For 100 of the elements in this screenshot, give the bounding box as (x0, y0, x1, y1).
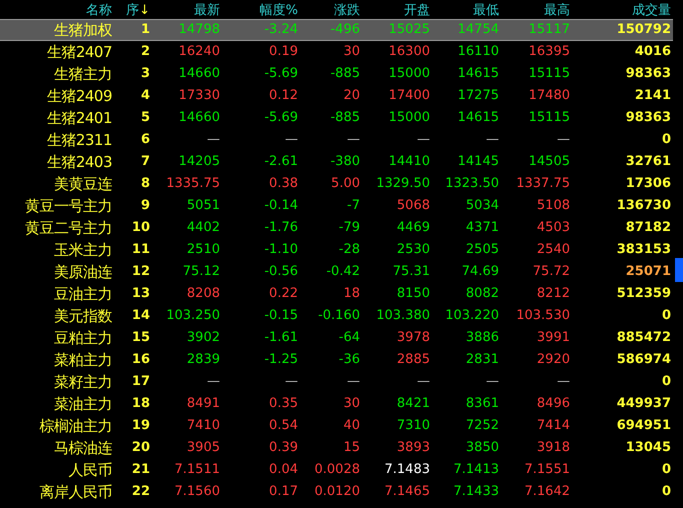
row-number: 8 (140, 177, 150, 191)
table-cell: 103.250 (166, 309, 220, 323)
table-cell: -79 (338, 221, 360, 235)
volume-cell: 885472 (616, 331, 671, 345)
instrument-name: 生猪2403 (46, 152, 112, 172)
table-cell: 7.1642 (524, 485, 570, 499)
quote-row[interactable]: 玉米主力 11 2510 -1.10 -28 2530 2505 2540 383153 (0, 239, 673, 261)
table-cell: — (285, 133, 298, 147)
column-header[interactable]: 幅度% (220, 0, 298, 18)
quote-row[interactable]: 黄豆二号主力 10 4402 -1.76 -79 4469 4371 4503 87182 (0, 217, 673, 239)
volume-cell: 136730 (616, 199, 671, 213)
row-number: 21 (132, 463, 150, 477)
table-cell: 0.19 (269, 45, 298, 59)
quote-row[interactable]: 豆粕主力 15 3902 -1.61 -64 3978 3886 3991 885472 (0, 327, 673, 349)
column-header[interactable]: 序↓ (112, 0, 150, 18)
volume-cell: 694951 (616, 419, 671, 433)
table-cell: 1329.50 (376, 177, 430, 191)
scroll-thumb[interactable] (675, 258, 683, 282)
instrument-name: 生猪主力 (53, 64, 112, 84)
volume-cell: 0 (662, 463, 671, 477)
table-cell: 17275 (458, 89, 499, 103)
row-number: 13 (132, 287, 150, 301)
column-header[interactable]: 最低 (430, 0, 499, 18)
row-number: 7 (140, 155, 150, 169)
table-cell: — (417, 375, 430, 389)
quote-row[interactable]: 美原油连 12 75.12 -0.56 -0.42 75.31 74.69 75.72 25071 (0, 261, 673, 283)
table-cell: 0.0028 (314, 463, 360, 477)
column-header[interactable]: 最高 (499, 0, 570, 18)
row-number: 15 (132, 331, 150, 345)
instrument-name: 菜粕主力 (53, 350, 112, 370)
quote-row[interactable]: 棕榈油主力 19 7410 0.54 40 7310 7252 7414 694951 (0, 415, 673, 437)
table-cell: — (347, 375, 360, 389)
table-cell: 16110 (458, 45, 499, 59)
table-cell: -0.160 (318, 309, 360, 323)
table-cell: 4371 (466, 221, 499, 235)
quote-row[interactable]: 离岸人民币 22 7.1560 0.17 0.0120 7.1465 7.1433 7.1642 0 (0, 481, 673, 503)
quote-row[interactable]: 生猪2407 2 16240 0.19 30 16300 16110 16395 4016 (0, 41, 673, 63)
quote-row[interactable]: 人民币 21 7.1511 0.04 0.0028 7.1483 7.1413 7.1551 0 (0, 459, 673, 481)
row-number: 14 (132, 309, 150, 323)
column-header[interactable]: 涨跌 (298, 0, 360, 18)
quote-row[interactable]: 菜粕主力 16 2839 -1.25 -36 2885 2831 2920 586974 (0, 349, 673, 371)
quote-row[interactable]: 菜籽主力 17 — — — — — — 0 (0, 371, 673, 393)
table-cell: 3850 (466, 441, 499, 455)
table-cell: -28 (338, 243, 360, 257)
table-cell: 30 (343, 45, 360, 59)
row-number: 12 (132, 265, 150, 279)
quote-row[interactable]: 生猪2403 7 14205 -2.61 -380 14410 14145 14505 32761 (0, 151, 673, 173)
volume-cell: 0 (662, 309, 671, 323)
table-cell: 5.00 (331, 177, 360, 191)
column-header[interactable]: 成交量 (570, 0, 671, 18)
quote-row[interactable]: 生猪主力 3 14660 -5.69 -885 15000 14615 15115 98363 (0, 63, 673, 85)
table-cell: -885 (330, 67, 360, 81)
column-header[interactable]: 最新 (150, 0, 220, 18)
table-cell: 103.530 (516, 309, 570, 323)
table-cell: 0.0120 (314, 485, 360, 499)
column-header[interactable]: 名称 (0, 0, 112, 18)
table-cell: 14660 (178, 111, 220, 125)
quote-row[interactable]: 生猪加权 1 14798 -3.24 -496 15025 14754 15117 150792 (0, 19, 673, 41)
instrument-name: 黄豆二号主力 (24, 218, 112, 238)
table-cell: 7.1465 (384, 485, 430, 499)
table-cell: 17400 (388, 89, 430, 103)
table-cell: 17330 (178, 89, 220, 103)
row-number: 2 (140, 45, 150, 59)
table-cell: 3978 (396, 331, 430, 345)
table-cell: 14798 (178, 23, 220, 37)
table-cell: 14754 (458, 23, 499, 37)
table-cell: 8212 (536, 287, 570, 301)
table-cell: 2510 (186, 243, 220, 257)
table-cell: -380 (330, 155, 360, 169)
table-cell: 8491 (186, 397, 220, 411)
table-cell: 5108 (536, 199, 570, 213)
table-cell: 14410 (388, 155, 430, 169)
table-cell: -0.15 (264, 309, 298, 323)
table-cell: -0.14 (264, 199, 298, 213)
quote-row[interactable]: 美元指数 14 103.250 -0.15 -0.160 103.380 103.220 103.530 0 (0, 305, 673, 327)
quote-row[interactable]: 生猪2311 6 — — — — — — 0 (0, 129, 673, 151)
row-number: 19 (132, 419, 150, 433)
quote-row[interactable]: 黄豆一号主力 9 5051 -0.14 -7 5068 5034 5108 136730 (0, 195, 673, 217)
quote-row[interactable]: 马棕油连 20 3905 0.39 15 3893 3850 3918 13045 (0, 437, 673, 459)
quote-row[interactable]: 生猪2409 4 17330 0.12 20 17400 17275 17480 2141 (0, 85, 673, 107)
table-cell: 20 (343, 89, 360, 103)
table-cell: — (486, 375, 499, 389)
table-cell: -0.56 (264, 265, 298, 279)
table-cell: -2.61 (264, 155, 298, 169)
quote-row[interactable]: 生猪2401 5 14660 -5.69 -885 15000 14615 15115 98363 (0, 107, 673, 129)
table-cell: -885 (330, 111, 360, 125)
column-header[interactable]: 开盘 (360, 0, 430, 18)
table-cell: 14615 (458, 111, 499, 125)
quote-row[interactable]: 豆油主力 13 8208 0.22 18 8150 8082 8212 512359 (0, 283, 673, 305)
row-number: 18 (132, 397, 150, 411)
table-cell: 1337.75 (516, 177, 570, 191)
table-cell: 7.1483 (384, 463, 430, 477)
table-cell: 0.12 (269, 89, 298, 103)
row-number: 3 (140, 67, 150, 81)
instrument-name: 离岸人民币 (38, 482, 112, 502)
table-cell: 3905 (186, 441, 220, 455)
row-number: 17 (132, 375, 150, 389)
table-cell: 15000 (388, 67, 430, 81)
quote-row[interactable]: 菜油主力 18 8491 0.35 30 8421 8361 8496 449937 (0, 393, 673, 415)
quote-row[interactable]: 美黄豆连 8 1335.75 0.38 5.00 1329.50 1323.50 1337.75 17306 (0, 173, 673, 195)
